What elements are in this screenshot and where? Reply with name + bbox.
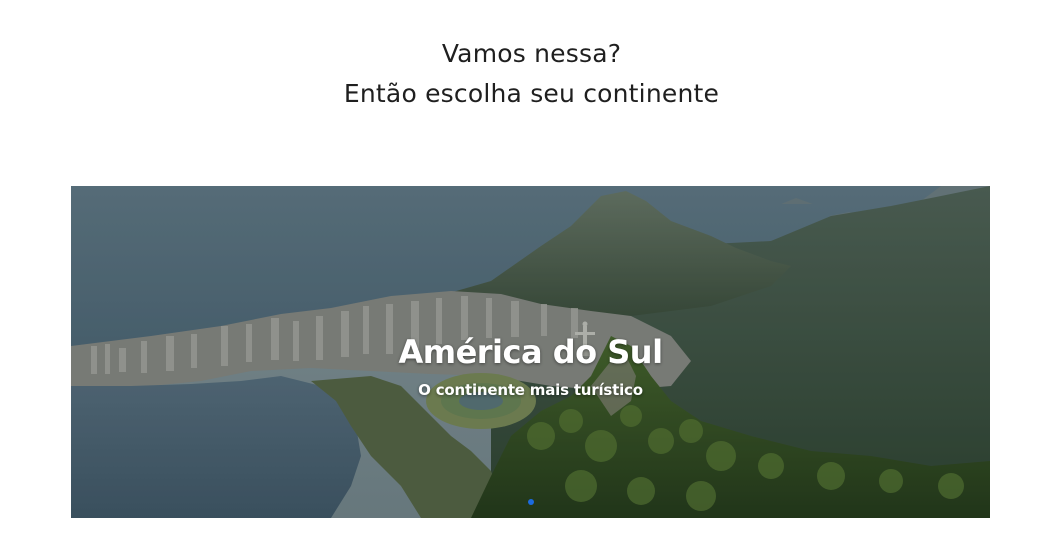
slide-subtitle: O continente mais turístico	[418, 381, 643, 399]
carousel-indicators	[71, 499, 990, 507]
continent-carousel[interactable]: América do Sul O continente mais turísti…	[71, 186, 990, 518]
carousel-indicator-dot-active[interactable]	[527, 499, 534, 505]
slide-caption: América do Sul O continente mais turísti…	[71, 331, 990, 401]
page: Vamos nessa? Então escolha seu continent…	[0, 0, 1063, 544]
slide-title: América do Sul	[398, 333, 663, 371]
section-heading: Vamos nessa? Então escolha seu continent…	[0, 34, 1063, 114]
heading-instruction: Então escolha seu continente	[343, 79, 720, 108]
heading-question: Vamos nessa?	[441, 39, 622, 68]
